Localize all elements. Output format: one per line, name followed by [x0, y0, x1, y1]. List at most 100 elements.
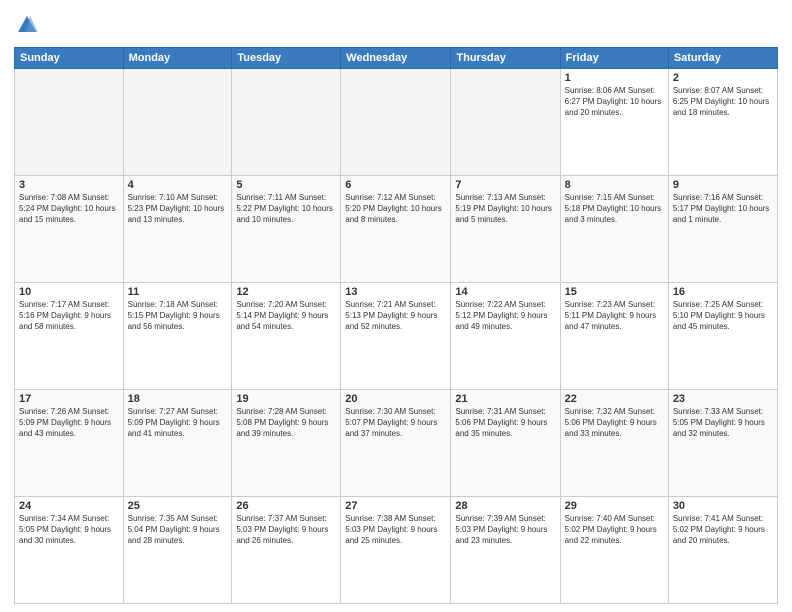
logo-icon	[16, 14, 38, 36]
day-info: Sunrise: 7:10 AM Sunset: 5:23 PM Dayligh…	[128, 192, 228, 226]
day-number: 16	[673, 286, 773, 298]
day-info: Sunrise: 7:13 AM Sunset: 5:19 PM Dayligh…	[455, 192, 555, 226]
calendar-cell: 2Sunrise: 8:07 AM Sunset: 6:25 PM Daylig…	[668, 68, 777, 175]
weekday-header-friday: Friday	[560, 47, 668, 68]
day-number: 29	[565, 500, 664, 512]
day-number: 3	[19, 179, 119, 191]
day-info: Sunrise: 7:32 AM Sunset: 5:06 PM Dayligh…	[565, 406, 664, 440]
day-info: Sunrise: 7:22 AM Sunset: 5:12 PM Dayligh…	[455, 299, 555, 333]
day-number: 9	[673, 179, 773, 191]
day-number: 24	[19, 500, 119, 512]
day-number: 8	[565, 179, 664, 191]
day-info: Sunrise: 7:26 AM Sunset: 5:09 PM Dayligh…	[19, 406, 119, 440]
day-number: 21	[455, 393, 555, 405]
calendar-cell: 26Sunrise: 7:37 AM Sunset: 5:03 PM Dayli…	[232, 496, 341, 603]
day-info: Sunrise: 7:16 AM Sunset: 5:17 PM Dayligh…	[673, 192, 773, 226]
calendar-cell: 19Sunrise: 7:28 AM Sunset: 5:08 PM Dayli…	[232, 389, 341, 496]
calendar-cell: 8Sunrise: 7:15 AM Sunset: 5:18 PM Daylig…	[560, 175, 668, 282]
calendar-cell: 7Sunrise: 7:13 AM Sunset: 5:19 PM Daylig…	[451, 175, 560, 282]
day-number: 5	[236, 179, 336, 191]
calendar-cell	[123, 68, 232, 175]
day-number: 23	[673, 393, 773, 405]
calendar-cell: 22Sunrise: 7:32 AM Sunset: 5:06 PM Dayli…	[560, 389, 668, 496]
day-number: 17	[19, 393, 119, 405]
day-info: Sunrise: 7:27 AM Sunset: 5:09 PM Dayligh…	[128, 406, 228, 440]
day-info: Sunrise: 8:06 AM Sunset: 6:27 PM Dayligh…	[565, 85, 664, 119]
calendar-cell: 5Sunrise: 7:11 AM Sunset: 5:22 PM Daylig…	[232, 175, 341, 282]
day-number: 7	[455, 179, 555, 191]
calendar-cell: 3Sunrise: 7:08 AM Sunset: 5:24 PM Daylig…	[15, 175, 124, 282]
weekday-header-thursday: Thursday	[451, 47, 560, 68]
day-info: Sunrise: 7:38 AM Sunset: 5:03 PM Dayligh…	[345, 513, 446, 547]
day-number: 12	[236, 286, 336, 298]
day-info: Sunrise: 7:23 AM Sunset: 5:11 PM Dayligh…	[565, 299, 664, 333]
calendar: SundayMondayTuesdayWednesdayThursdayFrid…	[14, 47, 778, 604]
day-number: 10	[19, 286, 119, 298]
calendar-cell: 29Sunrise: 7:40 AM Sunset: 5:02 PM Dayli…	[560, 496, 668, 603]
day-info: Sunrise: 7:35 AM Sunset: 5:04 PM Dayligh…	[128, 513, 228, 547]
day-info: Sunrise: 7:12 AM Sunset: 5:20 PM Dayligh…	[345, 192, 446, 226]
calendar-cell: 9Sunrise: 7:16 AM Sunset: 5:17 PM Daylig…	[668, 175, 777, 282]
day-number: 22	[565, 393, 664, 405]
page: SundayMondayTuesdayWednesdayThursdayFrid…	[0, 0, 792, 612]
day-number: 30	[673, 500, 773, 512]
calendar-cell: 27Sunrise: 7:38 AM Sunset: 5:03 PM Dayli…	[341, 496, 451, 603]
calendar-cell: 17Sunrise: 7:26 AM Sunset: 5:09 PM Dayli…	[15, 389, 124, 496]
day-info: Sunrise: 7:18 AM Sunset: 5:15 PM Dayligh…	[128, 299, 228, 333]
day-info: Sunrise: 7:21 AM Sunset: 5:13 PM Dayligh…	[345, 299, 446, 333]
weekday-header-tuesday: Tuesday	[232, 47, 341, 68]
weekday-header-monday: Monday	[123, 47, 232, 68]
day-info: Sunrise: 7:20 AM Sunset: 5:14 PM Dayligh…	[236, 299, 336, 333]
day-info: Sunrise: 7:33 AM Sunset: 5:05 PM Dayligh…	[673, 406, 773, 440]
day-number: 28	[455, 500, 555, 512]
day-number: 6	[345, 179, 446, 191]
calendar-cell	[15, 68, 124, 175]
day-info: Sunrise: 7:08 AM Sunset: 5:24 PM Dayligh…	[19, 192, 119, 226]
calendar-cell: 14Sunrise: 7:22 AM Sunset: 5:12 PM Dayli…	[451, 282, 560, 389]
calendar-cell: 25Sunrise: 7:35 AM Sunset: 5:04 PM Dayli…	[123, 496, 232, 603]
day-number: 4	[128, 179, 228, 191]
calendar-cell: 1Sunrise: 8:06 AM Sunset: 6:27 PM Daylig…	[560, 68, 668, 175]
calendar-cell: 24Sunrise: 7:34 AM Sunset: 5:05 PM Dayli…	[15, 496, 124, 603]
day-number: 13	[345, 286, 446, 298]
calendar-cell: 10Sunrise: 7:17 AM Sunset: 5:16 PM Dayli…	[15, 282, 124, 389]
day-number: 2	[673, 72, 773, 84]
day-info: Sunrise: 7:34 AM Sunset: 5:05 PM Dayligh…	[19, 513, 119, 547]
logo	[14, 14, 38, 41]
weekday-header-row: SundayMondayTuesdayWednesdayThursdayFrid…	[15, 47, 778, 68]
week-row-1: 1Sunrise: 8:06 AM Sunset: 6:27 PM Daylig…	[15, 68, 778, 175]
day-number: 1	[565, 72, 664, 84]
calendar-cell: 28Sunrise: 7:39 AM Sunset: 5:03 PM Dayli…	[451, 496, 560, 603]
day-number: 20	[345, 393, 446, 405]
day-info: Sunrise: 7:37 AM Sunset: 5:03 PM Dayligh…	[236, 513, 336, 547]
calendar-cell: 15Sunrise: 7:23 AM Sunset: 5:11 PM Dayli…	[560, 282, 668, 389]
calendar-cell: 11Sunrise: 7:18 AM Sunset: 5:15 PM Dayli…	[123, 282, 232, 389]
day-info: Sunrise: 7:25 AM Sunset: 5:10 PM Dayligh…	[673, 299, 773, 333]
day-info: Sunrise: 7:28 AM Sunset: 5:08 PM Dayligh…	[236, 406, 336, 440]
day-info: Sunrise: 7:17 AM Sunset: 5:16 PM Dayligh…	[19, 299, 119, 333]
calendar-cell: 21Sunrise: 7:31 AM Sunset: 5:06 PM Dayli…	[451, 389, 560, 496]
calendar-cell: 13Sunrise: 7:21 AM Sunset: 5:13 PM Dayli…	[341, 282, 451, 389]
day-number: 27	[345, 500, 446, 512]
day-info: Sunrise: 7:41 AM Sunset: 5:02 PM Dayligh…	[673, 513, 773, 547]
calendar-cell: 23Sunrise: 7:33 AM Sunset: 5:05 PM Dayli…	[668, 389, 777, 496]
day-number: 26	[236, 500, 336, 512]
day-number: 18	[128, 393, 228, 405]
calendar-cell: 20Sunrise: 7:30 AM Sunset: 5:07 PM Dayli…	[341, 389, 451, 496]
day-info: Sunrise: 7:30 AM Sunset: 5:07 PM Dayligh…	[345, 406, 446, 440]
weekday-header-saturday: Saturday	[668, 47, 777, 68]
calendar-cell: 16Sunrise: 7:25 AM Sunset: 5:10 PM Dayli…	[668, 282, 777, 389]
day-number: 15	[565, 286, 664, 298]
calendar-cell	[341, 68, 451, 175]
day-info: Sunrise: 7:11 AM Sunset: 5:22 PM Dayligh…	[236, 192, 336, 226]
day-info: Sunrise: 7:39 AM Sunset: 5:03 PM Dayligh…	[455, 513, 555, 547]
calendar-cell: 18Sunrise: 7:27 AM Sunset: 5:09 PM Dayli…	[123, 389, 232, 496]
day-info: Sunrise: 8:07 AM Sunset: 6:25 PM Dayligh…	[673, 85, 773, 119]
calendar-cell	[232, 68, 341, 175]
calendar-cell: 30Sunrise: 7:41 AM Sunset: 5:02 PM Dayli…	[668, 496, 777, 603]
calendar-cell: 6Sunrise: 7:12 AM Sunset: 5:20 PM Daylig…	[341, 175, 451, 282]
day-number: 11	[128, 286, 228, 298]
day-number: 19	[236, 393, 336, 405]
calendar-cell: 4Sunrise: 7:10 AM Sunset: 5:23 PM Daylig…	[123, 175, 232, 282]
weekday-header-wednesday: Wednesday	[341, 47, 451, 68]
